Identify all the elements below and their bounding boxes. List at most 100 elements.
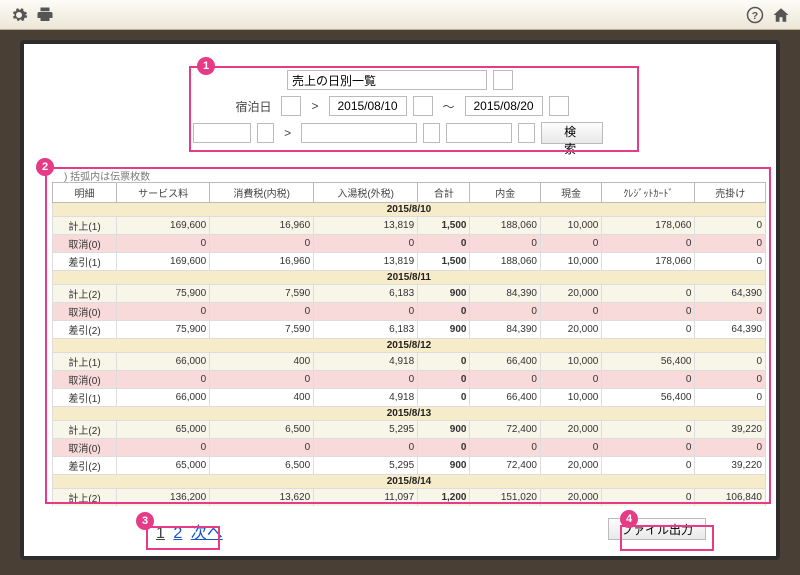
cell: 13,819	[314, 253, 418, 271]
table-row: 取消(0)00000000	[53, 235, 766, 253]
date-label: 宿泊日	[231, 98, 275, 115]
cell: 0	[602, 421, 695, 439]
search-button[interactable]: 検 索	[541, 122, 603, 144]
table-row: 計上(1)169,60016,96013,8191,500188,06010,0…	[53, 217, 766, 235]
print-icon[interactable]	[36, 6, 54, 24]
date-to-input[interactable]	[465, 96, 543, 116]
cell: 900	[418, 321, 470, 339]
col-header: 明細	[53, 183, 117, 203]
cell: 0	[602, 303, 695, 321]
cell: 66,400	[470, 353, 540, 371]
pager-next[interactable]: 次へ	[191, 525, 223, 542]
cell: 20,000	[540, 285, 601, 303]
row-label: 取消(0)	[53, 371, 117, 389]
cell: 1,500	[418, 253, 470, 271]
annotation-marker-3: 3	[136, 512, 154, 530]
cell: 0	[210, 371, 314, 389]
date-from-input[interactable]	[329, 96, 407, 116]
date-header-cell: 2015/8/14	[53, 475, 766, 489]
cell: 900	[418, 421, 470, 439]
cell: 39,220	[695, 457, 766, 475]
col-header: 現金	[540, 183, 601, 203]
row-label: 計上(1)	[53, 353, 117, 371]
report-title-input[interactable]	[287, 70, 487, 90]
filter-input-2[interactable]	[301, 123, 417, 143]
table-row: 取消(0)00000000	[53, 439, 766, 457]
cell: 0	[210, 303, 314, 321]
cell: 0	[602, 489, 695, 507]
cell: 66,000	[117, 389, 210, 407]
cell: 0	[695, 389, 766, 407]
main-panel: 1 宿泊日 > ～ > 検 索 2 ) 括弧内は伝票	[20, 40, 780, 560]
cell: 0	[695, 353, 766, 371]
cell: 169,600	[117, 217, 210, 235]
cell: 10,000	[540, 253, 601, 271]
annotation-marker-4: 4	[620, 510, 638, 528]
cell: 13,620	[210, 489, 314, 507]
pager: 1 2 次へ	[150, 517, 229, 545]
cell: 7,590	[210, 285, 314, 303]
cell: 72,400	[470, 421, 540, 439]
row-label: 差引(1)	[53, 389, 117, 407]
cell: 178,060	[602, 217, 695, 235]
row-label: 計上(2)	[53, 489, 117, 507]
row-label: 差引(1)	[53, 253, 117, 271]
cell: 0	[314, 303, 418, 321]
table-row: 計上(2)65,0006,5005,29590072,40020,000039,…	[53, 421, 766, 439]
cell: 0	[695, 303, 766, 321]
date-from-cal-button[interactable]	[413, 96, 433, 116]
annotation-marker-2: 2	[36, 158, 54, 176]
cell: 0	[314, 371, 418, 389]
cell: 64,390	[695, 321, 766, 339]
date-to-cal-button[interactable]	[549, 96, 569, 116]
cell: 20,000	[540, 489, 601, 507]
cell: 65,000	[117, 421, 210, 439]
title-picker-button[interactable]	[493, 70, 513, 90]
col-header: 内金	[470, 183, 540, 203]
filter-input-1[interactable]	[193, 123, 251, 143]
cell: 0	[602, 235, 695, 253]
cell: 4,918	[314, 353, 418, 371]
cell: 400	[210, 353, 314, 371]
cell: 136,200	[117, 489, 210, 507]
cell: 0	[470, 439, 540, 457]
cell: 6,500	[210, 421, 314, 439]
cell: 11,097	[314, 489, 418, 507]
pager-page-2[interactable]: 2	[173, 525, 182, 542]
cell: 5,295	[314, 457, 418, 475]
cell: 20,000	[540, 321, 601, 339]
home-icon[interactable]	[772, 6, 790, 24]
cell: 6,183	[314, 321, 418, 339]
cell: 6,183	[314, 285, 418, 303]
filter-picker-3[interactable]	[518, 123, 535, 143]
filter-input-3[interactable]	[446, 123, 512, 143]
col-header: 売掛け	[695, 183, 766, 203]
row-label: 計上(2)	[53, 421, 117, 439]
cell: 0	[540, 235, 601, 253]
table-row: 取消(0)00000000	[53, 371, 766, 389]
cell: 0	[210, 439, 314, 457]
table-row: 差引(1)169,60016,96013,8191,500188,06010,0…	[53, 253, 766, 271]
cell: 0	[470, 235, 540, 253]
col-header: サービス料	[117, 183, 210, 203]
help-icon[interactable]: ?	[746, 6, 764, 24]
date-from-picker[interactable]	[281, 96, 301, 116]
cell: 65,000	[117, 457, 210, 475]
filter-picker-1[interactable]	[257, 123, 274, 143]
cell: 0	[602, 457, 695, 475]
gt-2: >	[280, 126, 295, 140]
row-label: 取消(0)	[53, 235, 117, 253]
gear-icon[interactable]	[10, 6, 28, 24]
grid-wrap: 明細サービス料消費税(内税)入湯税(外税)合計内金現金ｸﾚｼﾞｯﾄｶｰﾄﾞ売掛け…	[52, 182, 766, 506]
cell: 0	[117, 235, 210, 253]
filter-picker-2[interactable]	[423, 123, 440, 143]
cell: 0	[540, 371, 601, 389]
col-header: 入湯税(外税)	[314, 183, 418, 203]
cell: 4,918	[314, 389, 418, 407]
date-header-cell: 2015/8/12	[53, 339, 766, 353]
gt-1: >	[307, 99, 322, 113]
cell: 106,840	[695, 489, 766, 507]
cell: 75,900	[117, 285, 210, 303]
cell: 16,960	[210, 253, 314, 271]
table-row: 計上(2)75,9007,5906,18390084,39020,000064,…	[53, 285, 766, 303]
